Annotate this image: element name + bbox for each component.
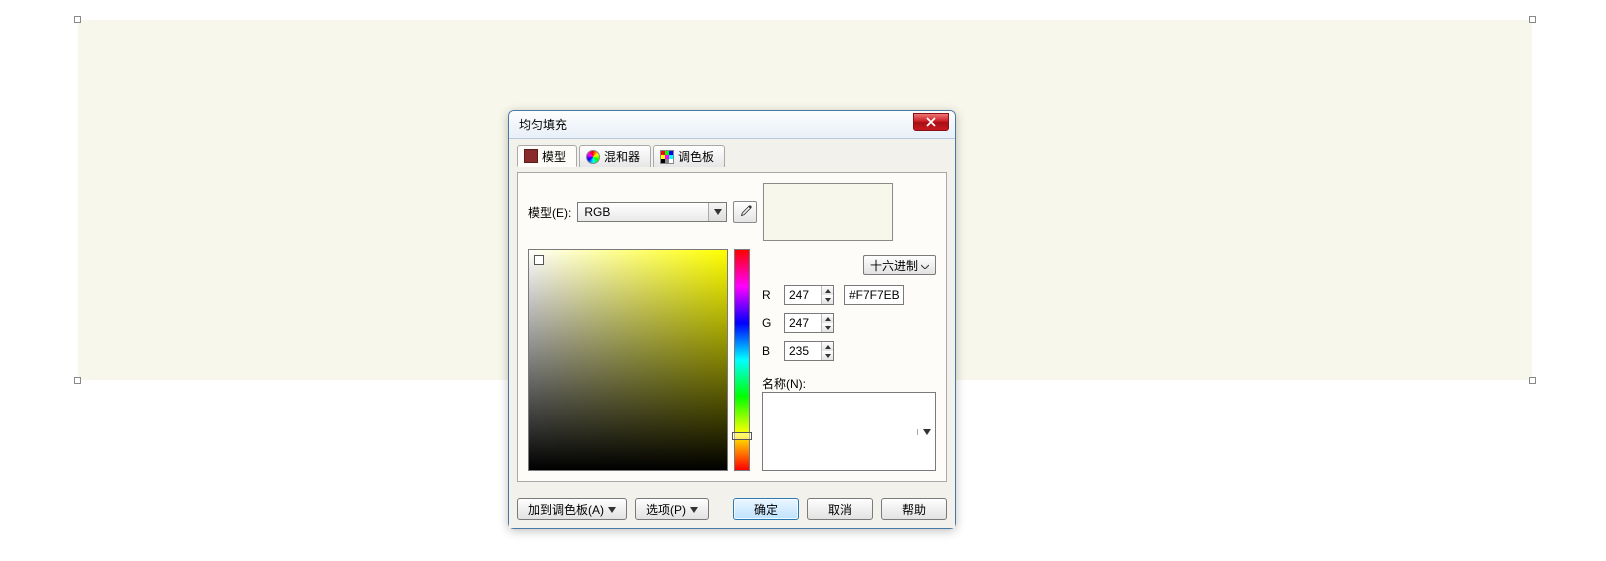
chevron-down-icon bbox=[921, 258, 929, 272]
b-label: B bbox=[762, 344, 774, 358]
name-label: 名称(N): bbox=[762, 375, 806, 392]
b-spin-up[interactable] bbox=[822, 342, 833, 351]
r-row: R #F7F7EB bbox=[762, 285, 936, 305]
ok-button[interactable]: 确定 bbox=[733, 498, 799, 520]
dialog-titlebar[interactable]: 均匀填充 bbox=[509, 111, 955, 139]
help-label: 帮助 bbox=[902, 501, 926, 518]
model-label: 模型(E): bbox=[528, 204, 571, 221]
hue-slider[interactable] bbox=[734, 249, 750, 471]
cancel-label: 取消 bbox=[828, 501, 852, 518]
r-spinner[interactable] bbox=[784, 285, 834, 305]
model-row: 模型(E): RGB bbox=[528, 183, 936, 241]
r-label: R bbox=[762, 288, 774, 302]
tab-model[interactable]: 模型 bbox=[517, 145, 577, 167]
chevron-down-icon bbox=[690, 502, 698, 516]
color-preview bbox=[763, 183, 893, 241]
b-spinner[interactable] bbox=[784, 341, 834, 361]
r-spin-down[interactable] bbox=[822, 295, 833, 304]
chevron-down-icon bbox=[708, 203, 726, 221]
name-combo[interactable] bbox=[762, 392, 936, 471]
options-label: 选项(P) bbox=[646, 501, 686, 518]
dialog-title: 均匀填充 bbox=[519, 116, 567, 133]
tab-panel-model: 模型(E): RGB bbox=[517, 172, 947, 482]
b-spin-down[interactable] bbox=[822, 351, 833, 360]
b-row: B bbox=[762, 341, 936, 361]
ok-label: 确定 bbox=[754, 501, 778, 518]
model-combo[interactable]: RGB bbox=[577, 202, 727, 222]
tab-model-label: 模型 bbox=[542, 148, 566, 165]
tab-palette-label: 调色板 bbox=[678, 148, 714, 165]
saturation-value-picker[interactable] bbox=[528, 249, 728, 471]
help-button[interactable]: 帮助 bbox=[881, 498, 947, 520]
model-icon bbox=[524, 149, 538, 163]
hue-thumb[interactable] bbox=[732, 432, 752, 440]
g-input[interactable] bbox=[785, 314, 821, 332]
close-icon bbox=[925, 117, 937, 127]
chevron-down-icon bbox=[917, 429, 935, 435]
tab-bar: 模型 混和器 调色板 bbox=[517, 145, 947, 167]
hex-toggle-label: 十六进制 bbox=[870, 257, 918, 274]
eyedropper-button[interactable] bbox=[733, 201, 757, 223]
g-row: G bbox=[762, 313, 936, 333]
dialog-footer: 加到调色板(A) 选项(P) 确定 取消 帮助 bbox=[509, 490, 955, 528]
hex-value: #F7F7EB bbox=[849, 288, 900, 302]
tab-mixer[interactable]: 混和器 bbox=[579, 145, 651, 167]
add-to-palette-label: 加到调色板(A) bbox=[528, 501, 604, 518]
selection-handle-bottom-right[interactable] bbox=[1529, 377, 1536, 384]
uniform-fill-dialog: 均匀填充 模型 混和器 调色板 模型(E): RGB bbox=[508, 110, 956, 529]
g-spin-up[interactable] bbox=[822, 314, 833, 323]
close-button[interactable] bbox=[913, 113, 949, 131]
g-spin-down[interactable] bbox=[822, 323, 833, 332]
add-to-palette-button[interactable]: 加到调色板(A) bbox=[517, 498, 627, 520]
hex-input[interactable]: #F7F7EB bbox=[844, 285, 904, 305]
b-input[interactable] bbox=[785, 342, 821, 360]
palette-icon bbox=[660, 150, 674, 164]
r-spin-up[interactable] bbox=[822, 286, 833, 295]
g-label: G bbox=[762, 316, 774, 330]
mixer-icon bbox=[586, 150, 600, 164]
selection-handle-top-right[interactable] bbox=[1529, 16, 1536, 23]
g-spinner[interactable] bbox=[784, 313, 834, 333]
tab-palette[interactable]: 调色板 bbox=[653, 145, 725, 167]
model-combo-value: RGB bbox=[584, 205, 610, 219]
r-input[interactable] bbox=[785, 286, 821, 304]
hex-toggle-button[interactable]: 十六进制 bbox=[863, 255, 936, 275]
dialog-body: 模型 混和器 调色板 模型(E): RGB bbox=[509, 139, 955, 490]
tab-mixer-label: 混和器 bbox=[604, 148, 640, 165]
sv-cursor[interactable] bbox=[534, 255, 544, 265]
chevron-down-icon bbox=[608, 502, 616, 516]
selection-handle-top-left[interactable] bbox=[74, 16, 81, 23]
selection-handle-bottom-left[interactable] bbox=[74, 377, 81, 384]
eyedropper-icon bbox=[738, 205, 752, 219]
cancel-button[interactable]: 取消 bbox=[807, 498, 873, 520]
options-button[interactable]: 选项(P) bbox=[635, 498, 709, 520]
